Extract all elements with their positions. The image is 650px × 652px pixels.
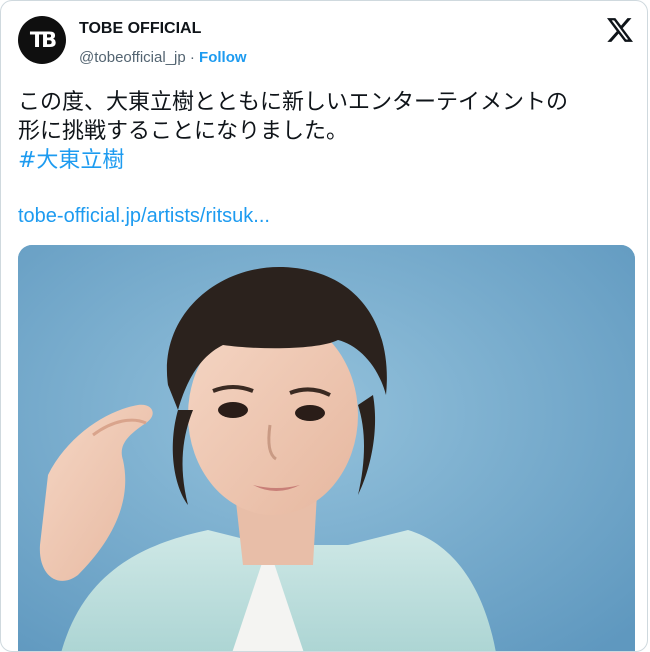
follow-button[interactable]: Follow [199,49,247,66]
tweet-text-line-2: 形に挑戦することになりました。 [18,119,349,144]
hashtag-link[interactable]: #大東立樹 [18,146,633,175]
avatar-logo-text: TB [29,28,57,52]
tweet-photo[interactable] [18,245,635,651]
avatar[interactable]: TB [18,16,66,64]
account-handle[interactable]: @tobeofficial_jp [79,49,186,66]
portrait-photo [18,245,635,651]
artist-url-link[interactable]: tobe-official.jp/artists/ritsuk... [18,205,270,228]
x-logo-icon[interactable] [607,18,633,42]
tweet-text-line-1: この度、大東立樹とともに新しいエンターテイメントの [18,90,569,115]
tweet-text: この度、大東立樹とともに新しいエンターテイメントの 形に挑戦することになりました… [18,88,633,175]
tweet-card: TB TOBE OFFICIAL @tobeofficial_jp · Foll… [0,0,648,652]
handle-row: @tobeofficial_jp · Follow [79,49,247,66]
separator-dot: · [189,49,195,66]
display-name[interactable]: TOBE OFFICIAL [79,20,201,38]
